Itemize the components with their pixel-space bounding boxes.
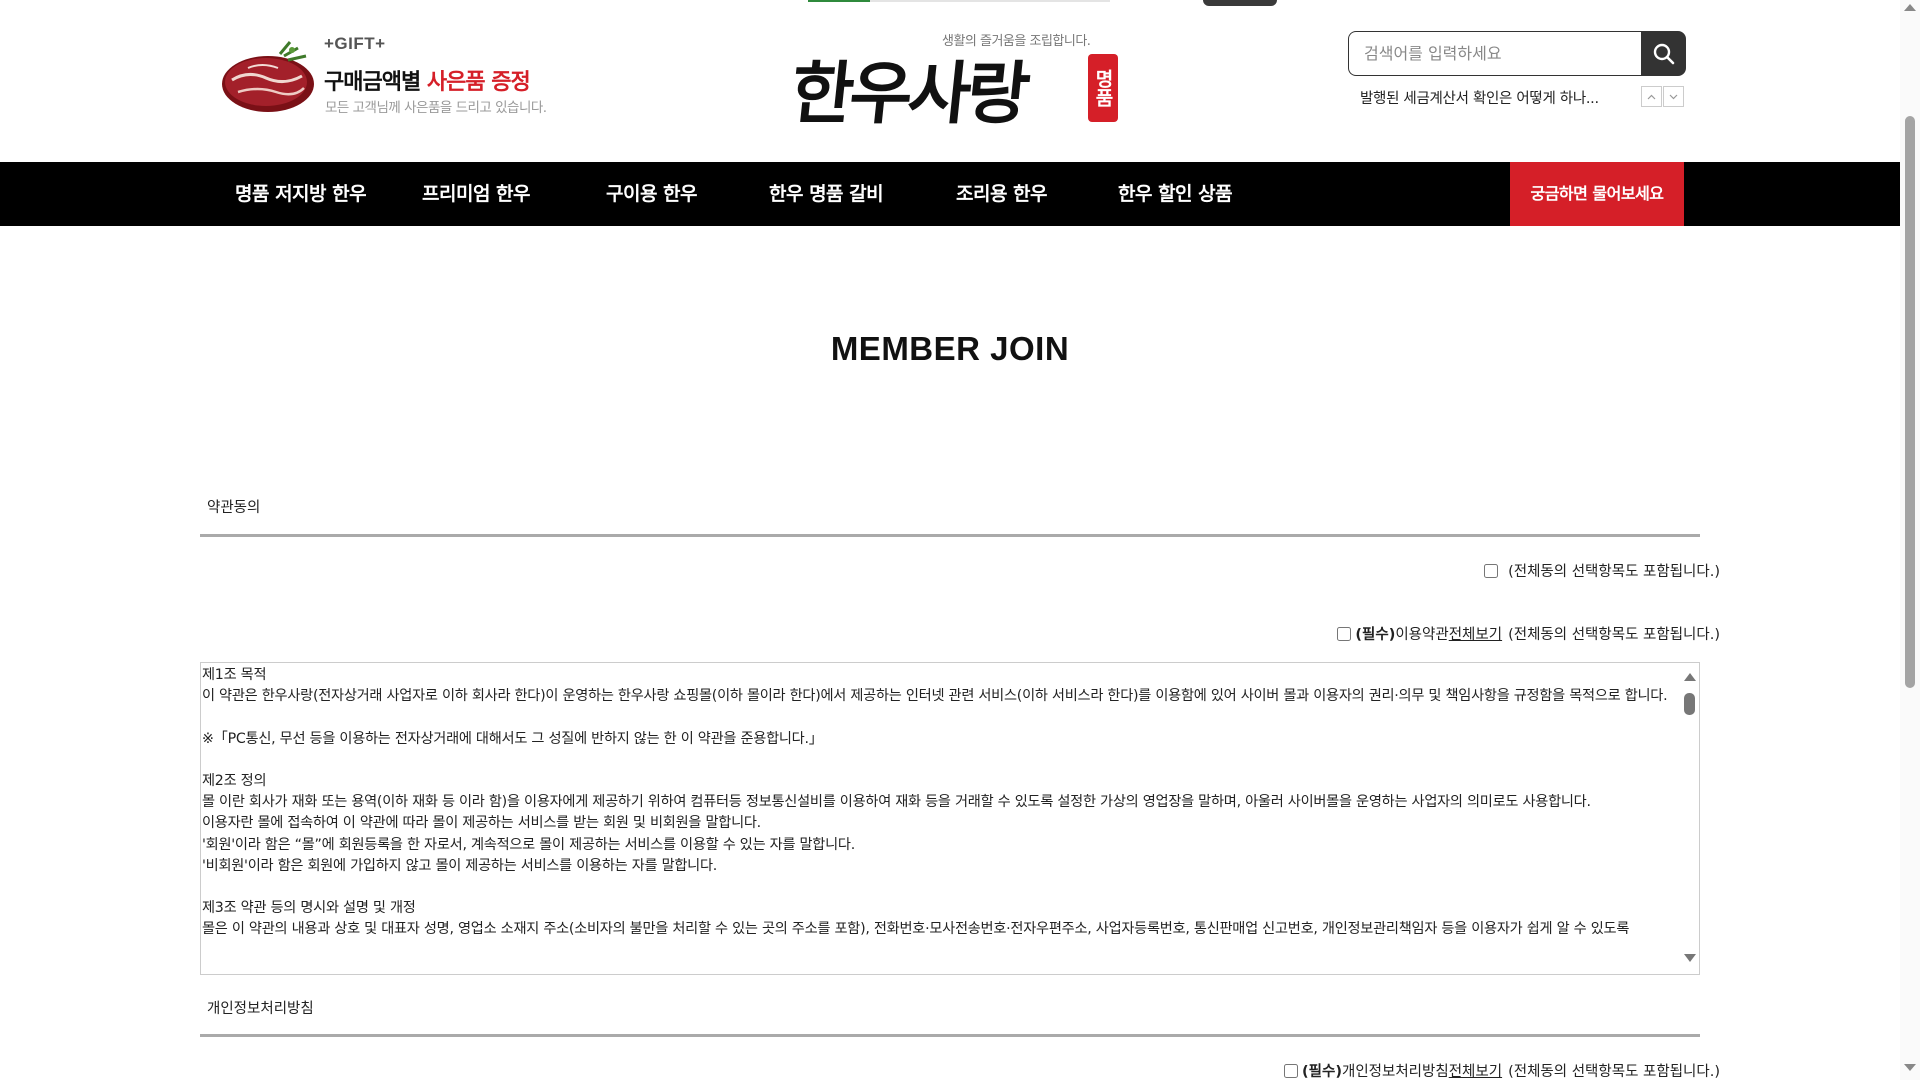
agree-privacy-row[interactable]: (필수) 개인정보처리방침 전체보기 (전체동의 선택항목도 포함됩니다.) xyxy=(1284,1060,1720,1080)
nav-item-galbi[interactable]: 한우 명품 갈비 xyxy=(769,162,884,226)
nav-item-grill-hanwoo[interactable]: 구이용 한우 xyxy=(606,162,698,226)
search-button[interactable] xyxy=(1641,31,1686,76)
agree-terms-checkbox[interactable] xyxy=(1337,626,1352,641)
nav-item-discount[interactable]: 한우 할인 상품 xyxy=(1118,162,1233,226)
main-nav: 명품 저지방 한우 프리미엄 한우 구이용 한우 한우 명품 갈비 조리용 한우… xyxy=(0,162,1900,226)
site-logo[interactable]: 생활의 즐거움을 조립합니다. 한우사랑 명품 xyxy=(787,28,1130,134)
scroll-down-arrow-icon[interactable] xyxy=(1684,954,1696,962)
view-privacy-link[interactable]: 전체보기 xyxy=(1449,1060,1502,1080)
ticker-prev-button[interactable] xyxy=(1641,86,1662,107)
terms-section-divider xyxy=(200,534,1700,537)
terms-content-text: 제1조 목적 이 약관은 한우사랑(전자상거래 사업자로 이하 회사라 한다)이… xyxy=(202,667,1668,938)
logo-seal: 명품 xyxy=(1088,54,1118,122)
terms-content-box[interactable]: 제1조 목적 이 약관은 한우사랑(전자상거래 사업자로 이하 회사라 한다)이… xyxy=(200,662,1700,975)
gift-subtitle: 모든 고객님께 사은품을 드리고 있습니다. xyxy=(325,100,547,116)
page-scroll-thumb[interactable] xyxy=(1905,116,1915,688)
search-icon xyxy=(1653,43,1674,64)
scroll-thumb[interactable] xyxy=(1684,693,1695,715)
gift-title-highlight: 사은품 증정 xyxy=(426,70,531,95)
notice-ticker-text[interactable]: 발행된 세금계산서 확인은 어떻게 하나... xyxy=(1360,87,1599,108)
beef-steak-image xyxy=(222,41,314,112)
agree-privacy-checkbox[interactable] xyxy=(1284,1063,1299,1078)
gift-title-prefix: 구매금액별 xyxy=(324,70,427,95)
gift-tag-label: +GIFT+ xyxy=(324,34,386,53)
nav-item-premium-hanwoo[interactable]: 프리미엄 한우 xyxy=(422,162,531,226)
agreement-note: (전체동의 선택항목도 포함됩니다.) xyxy=(1508,1064,1720,1080)
chevron-up-icon xyxy=(1647,94,1656,99)
agree-terms-row[interactable]: (필수) 이용약관 전체보기 (전체동의 선택항목도 포함됩니다.) xyxy=(1337,623,1720,644)
page-scrollbar[interactable] xyxy=(1900,0,1920,1080)
required-badge: (필수) xyxy=(1302,1064,1342,1080)
top-group-tab[interactable] xyxy=(1203,0,1277,6)
scroll-up-arrow-icon[interactable] xyxy=(1904,4,1916,11)
agree-all-row[interactable]: (전체동의 선택항목도 포함됩니다.) xyxy=(1484,560,1720,581)
privacy-section-label: 개인정보처리방침 xyxy=(207,1001,314,1017)
agreement-name: 개인정보처리방침 xyxy=(1341,1064,1449,1080)
page-title: MEMBER JOIN xyxy=(830,330,1070,367)
agree-all-note: (전체동의 선택항목도 포함됩니다.) xyxy=(1508,564,1720,580)
chevron-down-icon xyxy=(1669,94,1678,99)
agree-all-checkbox[interactable] xyxy=(1484,563,1499,578)
terms-scrollbar[interactable] xyxy=(1680,663,1699,974)
top-tab-indicator xyxy=(808,0,1110,2)
required-badge: (필수) xyxy=(1355,627,1396,643)
search-input[interactable] xyxy=(1348,31,1641,76)
agreement-note: (전체동의 선택항목도 포함됩니다.) xyxy=(1508,627,1720,643)
privacy-section-divider xyxy=(200,1034,1700,1037)
gift-title: 구매금액별 사은품 증정 xyxy=(324,64,531,96)
ticker-next-button[interactable] xyxy=(1663,86,1684,107)
search-box xyxy=(1348,31,1686,76)
view-terms-link[interactable]: 전체보기 xyxy=(1449,623,1502,644)
nav-item-lowfat-hanwoo[interactable]: 명품 저지방 한우 xyxy=(235,162,367,226)
active-tab-indicator xyxy=(808,0,870,2)
ask-us-button[interactable]: 궁금하면 물어보세요 xyxy=(1510,162,1684,226)
terms-section-label: 약관동의 xyxy=(207,500,261,516)
nav-item-cooking-hanwoo[interactable]: 조리용 한우 xyxy=(956,162,1048,226)
scroll-up-arrow-icon[interactable] xyxy=(1684,673,1696,681)
agreement-name: 이용약관 xyxy=(1395,627,1449,643)
gift-promo-banner[interactable]: +GIFT+ 구매금액별 사은품 증정 모든 고객님께 사은품을 드리고 있습니… xyxy=(218,30,578,125)
site-header: +GIFT+ 구매금액별 사은품 증정 모든 고객님께 사은품을 드리고 있습니… xyxy=(0,0,1900,162)
scroll-down-arrow-icon[interactable] xyxy=(1904,1064,1916,1071)
logo-wordmark: 한우사랑 xyxy=(787,54,1030,134)
